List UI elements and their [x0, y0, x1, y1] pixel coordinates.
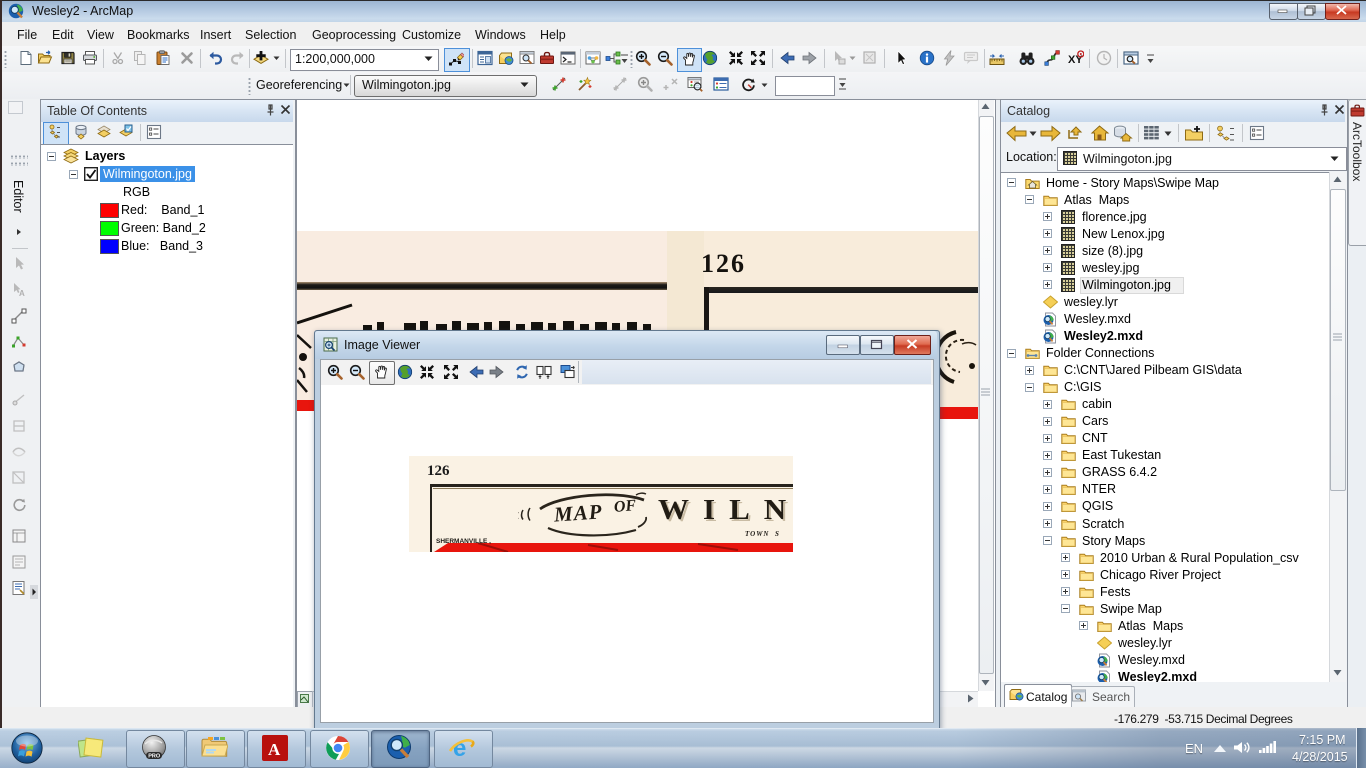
svg-text:XY: XY — [1068, 54, 1083, 66]
svg-text:A: A — [268, 740, 281, 759]
svg-text:A: A — [19, 289, 25, 298]
svg-text:e: e — [453, 735, 466, 762]
svg-text:PRO: PRO — [148, 754, 161, 760]
